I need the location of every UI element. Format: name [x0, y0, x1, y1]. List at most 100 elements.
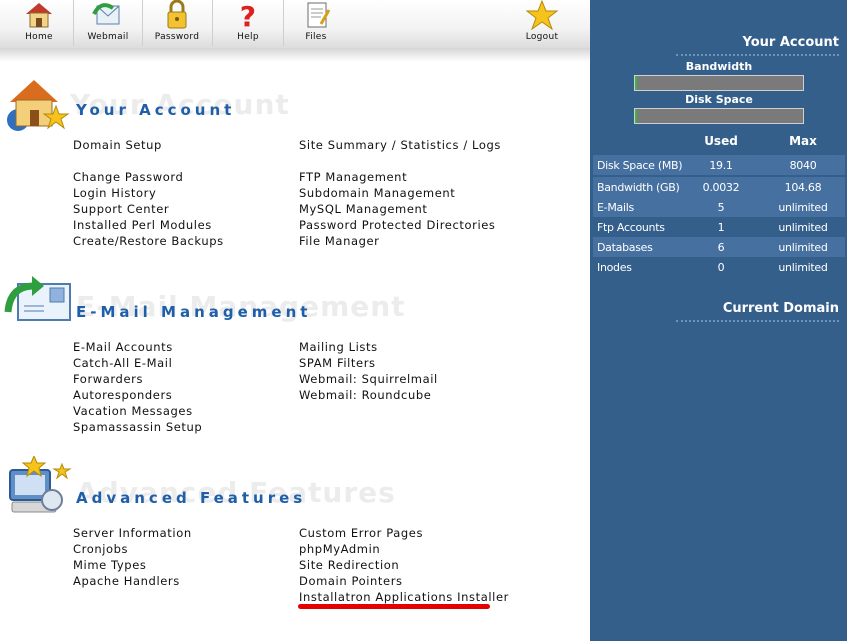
toolbar-home-button[interactable]: Home: [10, 0, 68, 48]
bandwidth-label: Bandwidth: [685, 60, 753, 73]
toolbar-help-button[interactable]: ? Help: [217, 0, 279, 48]
link-autoresponders[interactable]: Autoresponders: [73, 388, 172, 402]
panel-heading-current-domain: Current Domain: [722, 301, 839, 316]
link-ftp-management[interactable]: FTP Management: [299, 170, 407, 184]
link-subdomain-management[interactable]: Subdomain Management: [299, 186, 455, 200]
panel-current-domain-divider: [676, 320, 839, 322]
bandwidth-usage-fill: [635, 76, 637, 90]
stat-max: unlimited: [778, 261, 828, 274]
account-stats-panel: Your Account Bandwidth Disk Space Used M…: [590, 0, 847, 641]
stat-used: 1: [717, 221, 725, 234]
stat-used: 5: [717, 201, 725, 214]
disk-space-usage-fill: [635, 109, 637, 123]
disk-space-label: Disk Space: [685, 93, 753, 106]
link-webmail-roundcube[interactable]: Webmail: Roundcube: [299, 388, 431, 402]
lock-icon: [167, 0, 187, 29]
section-title-email-management: E-Mail Management: [76, 303, 312, 321]
home-icon: [26, 3, 52, 28]
link-site-summary[interactable]: Site Summary / Statistics / Logs: [299, 138, 501, 152]
column-header-max: Max: [789, 134, 817, 148]
question-mark-icon: ?: [240, 0, 257, 30]
toolbar-password-button[interactable]: Password: [146, 0, 208, 48]
link-domain-setup[interactable]: Domain Setup: [73, 138, 162, 152]
stat-label: Databases: [597, 241, 653, 254]
toolbar-home-label: Home: [25, 32, 53, 42]
link-support-center[interactable]: Support Center: [73, 202, 169, 216]
link-catch-all-email[interactable]: Catch-All E-Mail: [73, 356, 172, 370]
stat-max: unlimited: [778, 201, 828, 214]
section-title-advanced-features: Advanced Features: [76, 489, 307, 507]
toolbar-logout-label: Logout: [525, 32, 559, 42]
link-create-restore-backups[interactable]: Create/Restore Backups: [73, 234, 224, 248]
link-custom-error-pages[interactable]: Custom Error Pages: [299, 526, 423, 540]
stat-row-bandwidth: Bandwidth (GB) 0.0032 104.68: [593, 177, 845, 197]
link-installed-perl-modules[interactable]: Installed Perl Modules: [73, 218, 212, 232]
stat-label: Disk Space (MB): [597, 159, 683, 172]
link-mime-types[interactable]: Mime Types: [73, 558, 146, 572]
webmail-icon: [92, 3, 120, 25]
top-toolbar: Home Webmail Password ? Help Files Logou…: [0, 0, 590, 49]
link-file-manager[interactable]: File Manager: [299, 234, 380, 248]
stat-used: 19.1: [709, 159, 733, 172]
link-password-protected-directories[interactable]: Password Protected Directories: [299, 218, 496, 232]
link-spam-filters[interactable]: SPAM Filters: [299, 356, 376, 370]
link-phpmyadmin[interactable]: phpMyAdmin: [299, 542, 380, 556]
stat-row-disk-space: Disk Space (MB) 19.1 8040: [593, 155, 845, 175]
advanced-features-icon: [9, 456, 72, 513]
email-envelope-icon: [4, 276, 71, 321]
stat-row-emails: E-Mails 5 unlimited: [593, 197, 845, 217]
toolbar-divider: [73, 0, 74, 46]
account-house-icon: [7, 80, 70, 131]
column-header-used: Used: [704, 134, 738, 148]
stat-row-databases: Databases 6 unlimited: [593, 237, 845, 257]
link-login-history[interactable]: Login History: [73, 186, 156, 200]
panel-heading-divider: [676, 54, 839, 56]
link-vacation-messages[interactable]: Vacation Messages: [73, 404, 193, 418]
link-mysql-management[interactable]: MySQL Management: [299, 202, 428, 216]
toolbar-webmail-label: Webmail: [87, 32, 129, 42]
bandwidth-usage-bar: [634, 75, 804, 91]
disk-space-usage-bar: [634, 108, 804, 124]
stat-max: unlimited: [778, 241, 828, 254]
link-site-redirection[interactable]: Site Redirection: [299, 558, 399, 572]
link-email-accounts[interactable]: E-Mail Accounts: [73, 340, 173, 354]
link-change-password[interactable]: Change Password: [73, 170, 183, 184]
stat-used: 6: [717, 241, 725, 254]
link-installatron-applications-installer[interactable]: Installatron Applications Installer: [299, 590, 509, 604]
link-domain-pointers[interactable]: Domain Pointers: [299, 574, 403, 588]
stat-used: 0: [717, 261, 725, 274]
stat-label: E-Mails: [597, 201, 634, 214]
stat-row-ftp-accounts: Ftp Accounts 1 unlimited: [593, 217, 845, 237]
toolbar-divider: [212, 0, 213, 46]
link-cronjobs[interactable]: Cronjobs: [73, 542, 128, 556]
link-spamassassin-setup[interactable]: Spamassassin Setup: [73, 420, 202, 434]
highlight-underline: [298, 604, 490, 609]
toolbar-password-label: Password: [154, 32, 200, 42]
svg-text:?: ?: [240, 0, 257, 30]
toolbar-files-button[interactable]: Files: [287, 0, 345, 48]
toolbar-divider: [142, 0, 143, 46]
stat-max: 104.68: [784, 181, 822, 194]
toolbar-help-label: Help: [237, 32, 259, 42]
link-mailing-lists[interactable]: Mailing Lists: [299, 340, 378, 354]
stat-label: Inodes: [597, 261, 632, 274]
link-webmail-squirrelmail[interactable]: Webmail: Squirrelmail: [299, 372, 438, 386]
stat-used: 0.0032: [702, 181, 740, 194]
link-server-information[interactable]: Server Information: [73, 526, 192, 540]
toolbar-logout-button[interactable]: Logout: [512, 0, 572, 48]
stat-label: Bandwidth (GB): [597, 181, 680, 194]
stat-label: Ftp Accounts: [597, 221, 665, 234]
stat-max: unlimited: [778, 221, 828, 234]
stat-row-inodes: Inodes 0 unlimited: [593, 257, 845, 277]
files-icon: [307, 2, 331, 28]
toolbar-webmail-button[interactable]: Webmail: [78, 0, 138, 48]
toolbar-files-label: Files: [305, 32, 327, 42]
panel-heading-your-account: Your Account: [742, 35, 839, 50]
toolbar-shadow: [0, 48, 590, 62]
stat-max: 8040: [789, 159, 817, 172]
section-title-your-account: Your Account: [76, 101, 236, 119]
star-icon: [526, 0, 558, 30]
link-forwarders[interactable]: Forwarders: [73, 372, 143, 386]
link-apache-handlers[interactable]: Apache Handlers: [73, 574, 180, 588]
toolbar-divider: [283, 0, 284, 46]
